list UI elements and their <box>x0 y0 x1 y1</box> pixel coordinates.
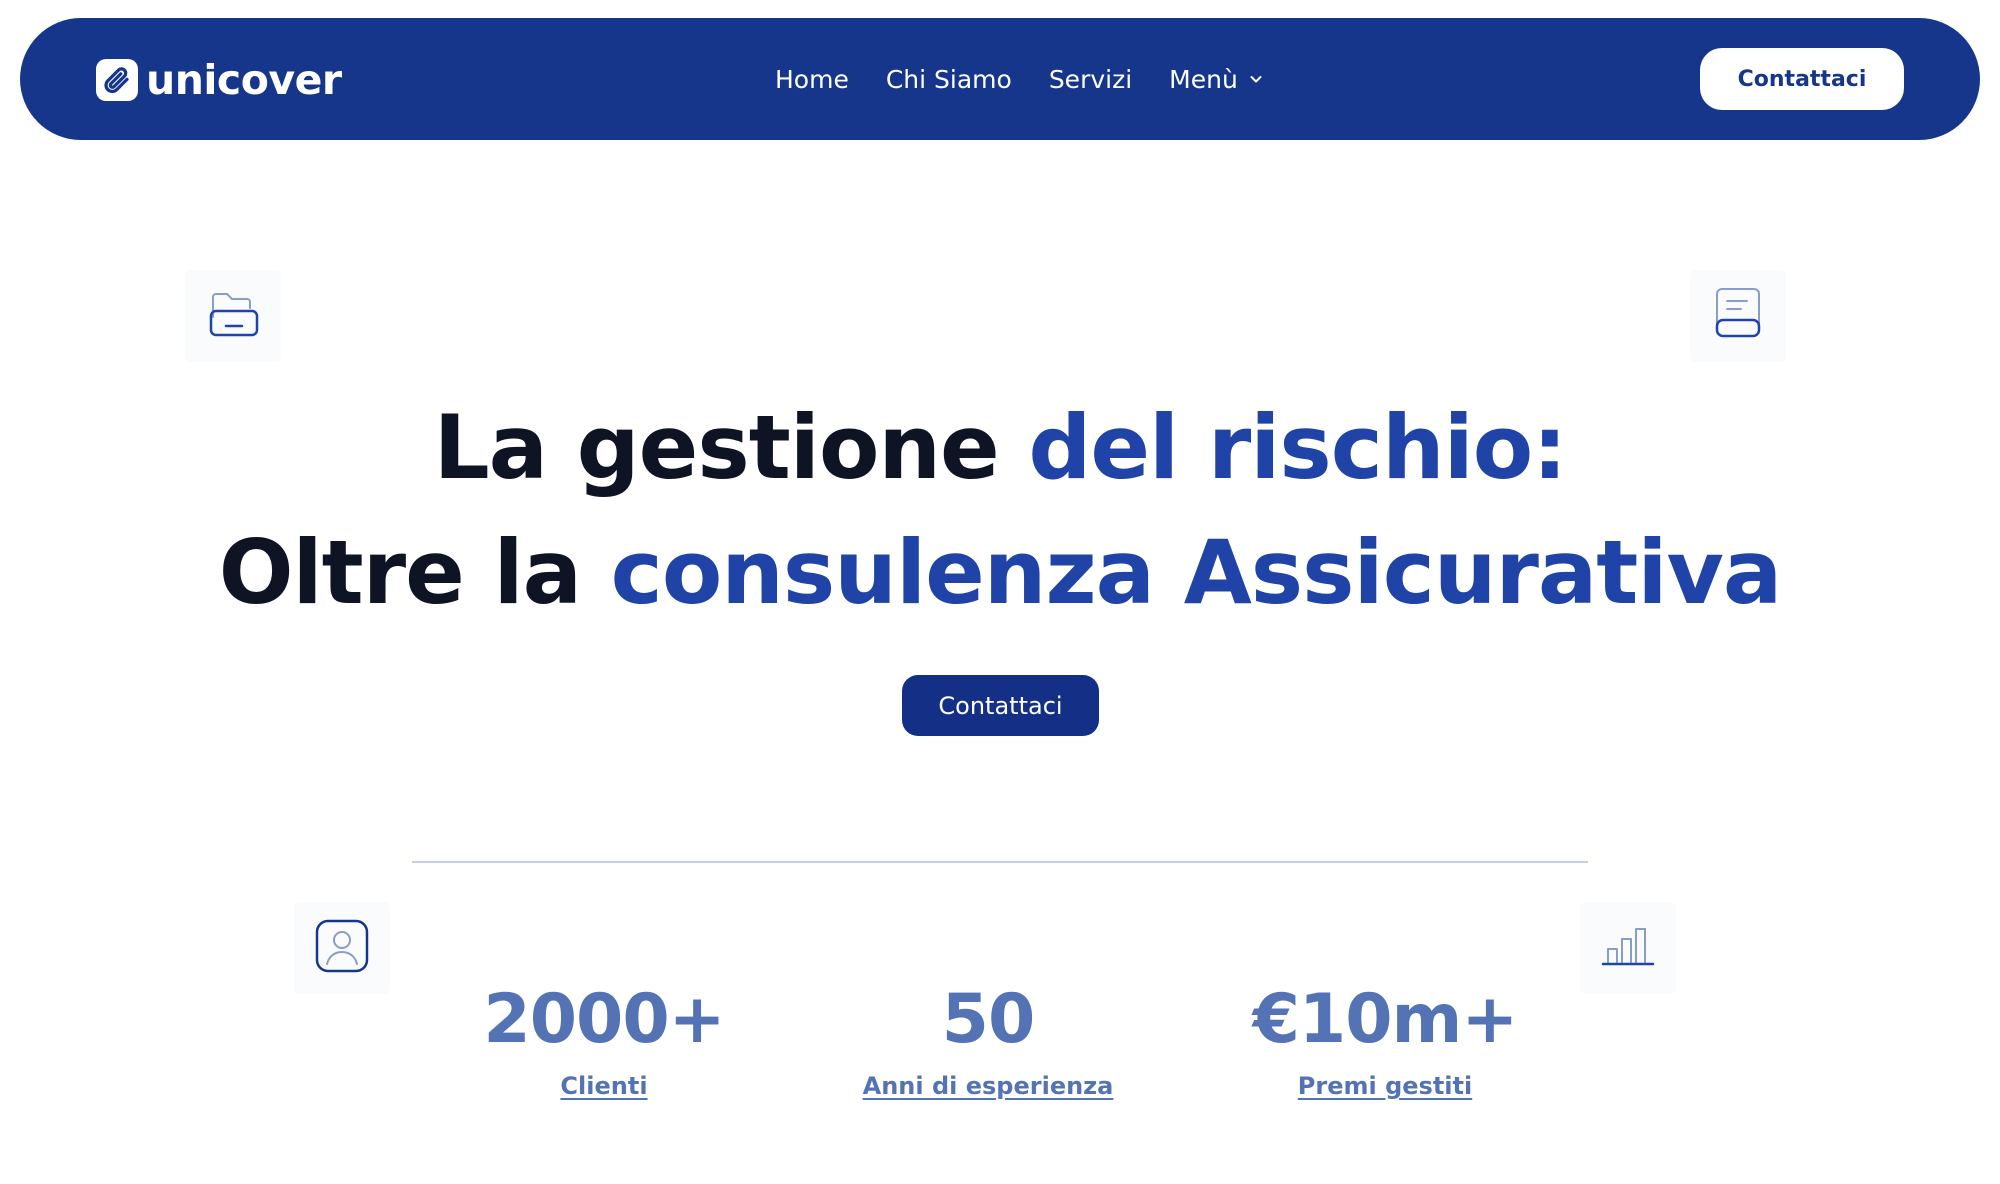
bar-chart-tile <box>1580 902 1676 994</box>
chevron-down-icon <box>1248 71 1264 87</box>
hero-text-dark: Oltre la <box>218 521 611 624</box>
nav-link-label: Home <box>775 64 849 94</box>
paperclip-icon <box>96 59 138 101</box>
contact-button-nav[interactable]: Contattaci <box>1700 48 1904 110</box>
folder-tile <box>185 270 281 362</box>
brand-logo[interactable]: unicover <box>96 56 342 104</box>
nav-link-chi-siamo[interactable]: Chi Siamo <box>886 65 1012 94</box>
document-icon <box>1711 284 1765 348</box>
stat-experience: 50 Anni di esperienza <box>818 980 1158 1100</box>
brand-name: unicover <box>146 56 342 104</box>
stat-label-link[interactable]: Anni di esperienza <box>863 1072 1114 1100</box>
hero-text-dark: La gestione <box>433 396 1029 499</box>
hero-title: La gestione del rischio: Oltre la consul… <box>0 385 2000 635</box>
section-divider <box>412 861 1588 863</box>
document-tile <box>1690 270 1786 362</box>
nav-link-label: Chi Siamo <box>885 64 1012 94</box>
user-profile-tile <box>294 902 390 994</box>
nav-link-menu-dropdown[interactable]: Menù <box>1169 65 1264 94</box>
stat-value: 2000+ <box>483 980 725 1059</box>
bar-chart-icon <box>1600 922 1656 974</box>
stat-value: €10m+ <box>1252 980 1519 1059</box>
stat-label-link[interactable]: Premi gestiti <box>1298 1072 1472 1100</box>
user-profile-icon <box>314 918 370 978</box>
hero-text-accent: consulenza Assicurativa <box>610 521 1783 624</box>
stat-value: 50 <box>941 980 1036 1059</box>
hero-title-line-2: Oltre la consulenza Assicurativa <box>218 521 1783 624</box>
top-navbar: unicover Home Chi Siamo Servizi Menù Con… <box>20 18 1980 140</box>
stat-premiums: €10m+ Premi gestiti <box>1215 980 1555 1100</box>
contact-button-hero[interactable]: Contattaci <box>902 675 1099 736</box>
nav-link-servizi[interactable]: Servizi <box>1049 65 1132 94</box>
hero-title-line-1: La gestione del rischio: <box>433 396 1568 499</box>
nav-link-label: Menù <box>1169 64 1238 94</box>
hero-text-accent: del rischio: <box>1028 396 1567 499</box>
stat-clients: 2000+ Clienti <box>434 980 774 1100</box>
nav-link-home[interactable]: Home <box>775 65 849 94</box>
folder-icon <box>206 287 260 345</box>
nav-links: Home Chi Siamo Servizi Menù <box>775 18 1264 140</box>
nav-link-label: Servizi <box>1048 64 1133 94</box>
stat-label-link[interactable]: Clienti <box>560 1072 647 1100</box>
